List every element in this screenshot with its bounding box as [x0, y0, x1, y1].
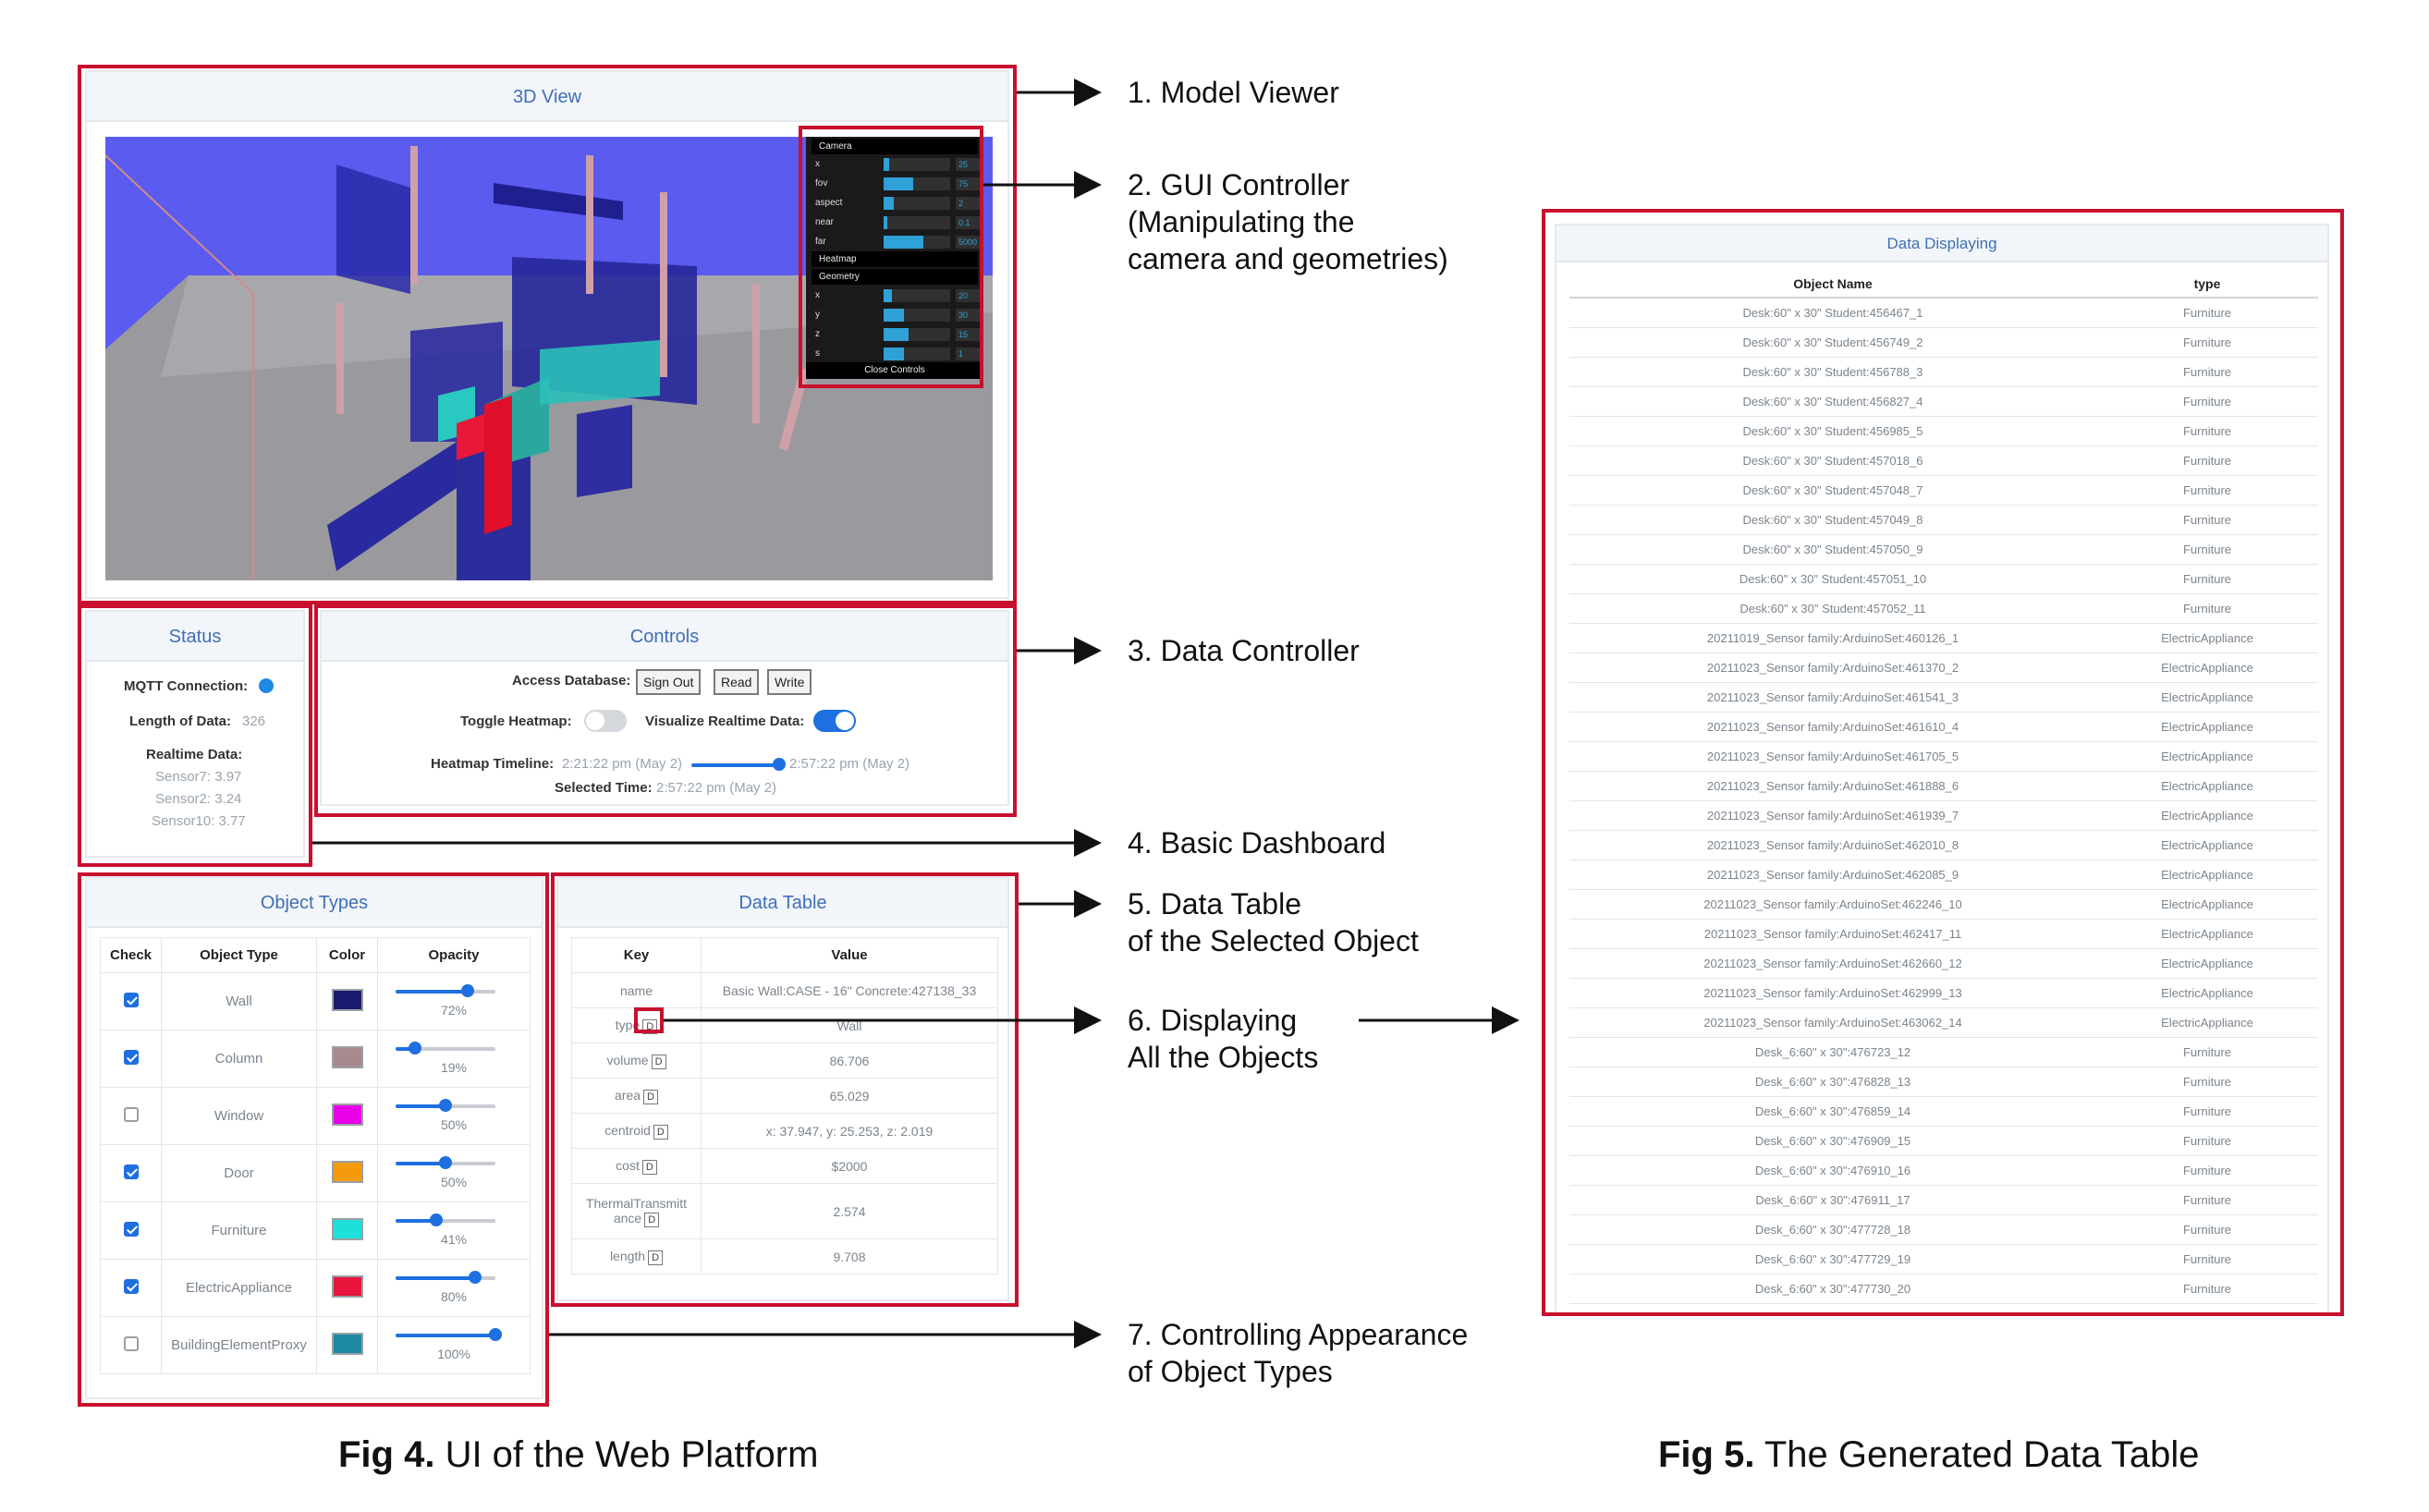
annotation-data-controller: 3. Data Controller	[1128, 634, 1360, 667]
highlight-data-displaying	[1542, 209, 2344, 1316]
annotation-gui-controller: 2. GUI Controller (Manipulating the came…	[1128, 168, 1448, 275]
fig4-caption: Fig 4. UI of the Web Platform	[338, 1434, 819, 1475]
annotation-data-table: 5. Data Table of the Selected Object	[1128, 887, 1419, 957]
annotation-model-viewer: 1. Model Viewer	[1128, 76, 1339, 109]
annotation-basic-dashboard: 4. Basic Dashboard	[1128, 826, 1386, 860]
annotation-displaying-objects: 6. Displaying All the Objects	[1128, 1004, 1319, 1074]
annotation-object-appearance: 7. Controlling Appearance of Object Type…	[1128, 1318, 1469, 1388]
fig5-caption: Fig 5. The Generated Data Table	[1658, 1434, 2200, 1475]
